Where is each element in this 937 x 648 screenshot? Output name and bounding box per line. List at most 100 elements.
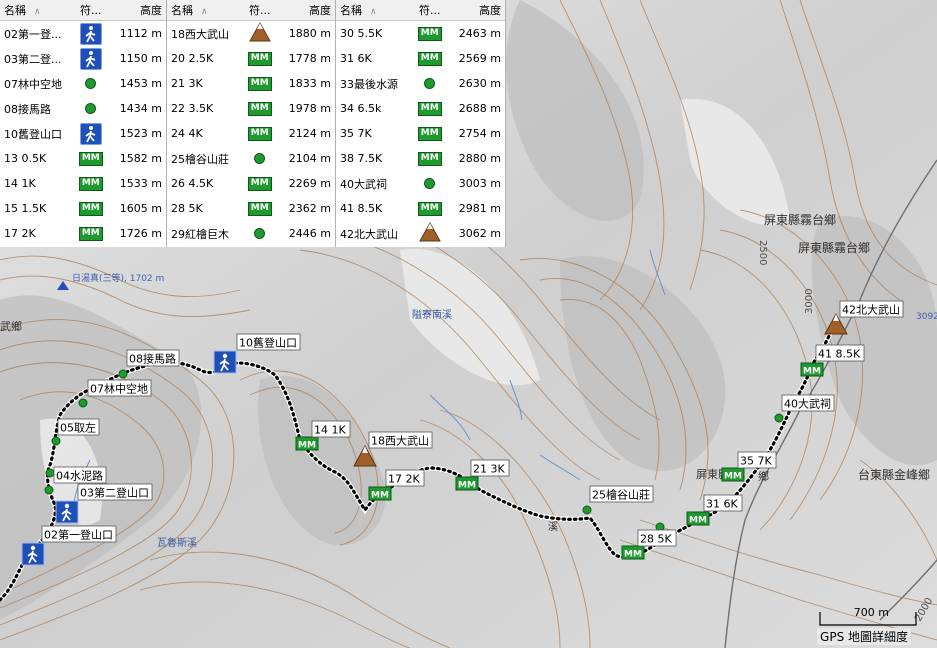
waypoint-label-text: 02第一登山口 — [44, 528, 113, 542]
waypoint-label[interactable]: 21 3K — [470, 459, 510, 477]
table-row[interactable]: 35 7K MM 2754 m — [336, 121, 505, 146]
table-row[interactable]: 24 4K MM 2124 m — [167, 121, 335, 146]
waypoint-altitude: 2880 m — [458, 152, 501, 165]
table-row[interactable]: 29紅檜巨木 2446 m — [167, 221, 335, 246]
waypoint-label[interactable]: 08接馬路 — [126, 349, 180, 367]
waypoint-label[interactable]: 35 7K — [737, 451, 777, 469]
waypoint-name: 29紅檜巨木 — [171, 227, 229, 241]
waypoint-label-text: 40大武祠 — [784, 397, 831, 411]
waypoint-altitude: 2362 m — [288, 202, 331, 215]
table-header: 名稱 ∧ 符... 高度 — [336, 0, 505, 21]
table-row[interactable]: 13 0.5K MM 1582 m — [0, 146, 166, 171]
waypoint-table-col3: 名稱 ∧ 符... 高度 30 5.5K MM 2463 m 31 6K MM 2569 m… — [336, 0, 506, 247]
waypoint-symbol: MM — [413, 51, 446, 66]
header-altitude[interactable]: 高度 — [446, 2, 505, 18]
header-name[interactable]: 名稱 ∧ — [336, 2, 413, 18]
table-row[interactable]: 34 6.5k MM 2688 m — [336, 96, 505, 121]
dot-icon — [582, 505, 592, 515]
waypoint-symbol — [74, 78, 107, 89]
waypoint-altitude: 2981 m — [458, 202, 501, 215]
waypoint-label[interactable]: 14 1K — [311, 420, 351, 438]
table-row[interactable]: 15 1.5K MM 1605 m — [0, 196, 166, 221]
table-row[interactable]: 25檜谷山莊 2104 m — [167, 146, 335, 171]
waypoint-altitude: 2124 m — [288, 127, 331, 140]
header-name[interactable]: 名稱 ∧ — [167, 2, 243, 18]
table-row[interactable]: 18西大武山 1880 m — [167, 21, 335, 46]
table-row[interactable]: 08接馬路 1434 m — [0, 96, 166, 121]
table-row[interactable]: 33最後水源 2630 m — [336, 71, 505, 96]
waypoint-label[interactable]: 41 8.5K — [815, 344, 865, 362]
waypoint-label[interactable]: 31 6K — [703, 494, 743, 512]
table-row[interactable]: 10舊登山口 1523 m — [0, 121, 166, 146]
km-marker-icon: MM — [455, 476, 479, 491]
waypoint-label[interactable]: 04水泥路 — [53, 466, 107, 484]
waypoint-name: 14 1K — [4, 177, 36, 190]
waypoint-label[interactable]: 10舊登山口 — [236, 333, 301, 351]
waypoint-altitude: 1605 m — [119, 202, 162, 215]
waypoint-label[interactable]: 02第一登山口 — [41, 525, 117, 543]
contour-label-2500: 2500 — [757, 240, 768, 265]
table-row[interactable]: 20 2.5K MM 1778 m — [167, 46, 335, 71]
header-name[interactable]: 名稱 ∧ — [0, 2, 74, 18]
waypoint-symbol: MM — [74, 226, 107, 241]
waypoint-name: 10舊登山口 — [4, 127, 62, 141]
table-row[interactable]: 17 2K MM 1726 m — [0, 221, 166, 246]
km-marker-icon: MM — [800, 362, 824, 377]
table-row[interactable]: 41 8.5K MM 2981 m — [336, 196, 505, 221]
km-marker-icon: MM — [686, 511, 710, 526]
dot-icon — [424, 78, 436, 89]
waypoint-altitude: 2569 m — [458, 52, 501, 65]
svg-text:MM: MM — [624, 550, 642, 560]
waypoint-label[interactable]: 25檜谷山莊 — [589, 485, 654, 503]
township-label-jinfeng: 台東縣金峰鄉 — [858, 467, 930, 482]
waypoint-label-text: 28 5K — [640, 533, 672, 546]
mm-icon: MM — [417, 101, 442, 116]
hiker-icon — [21, 542, 45, 566]
header-symbol[interactable]: 符... — [413, 2, 446, 18]
table-row[interactable]: 38 7.5K MM 2880 m — [336, 146, 505, 171]
table-row[interactable]: 07林中空地 1453 m — [0, 71, 166, 96]
waypoint-label[interactable]: 40大武祠 — [781, 394, 835, 412]
header-altitude[interactable]: 高度 — [276, 2, 335, 18]
svg-text:MM: MM — [458, 481, 476, 491]
waypoint-label-text: 03第二登山口 — [80, 486, 149, 500]
waypoint-name: 02第一登... — [4, 27, 62, 41]
waypoint-altitude: 2104 m — [288, 152, 331, 165]
waypoint-label[interactable]: 17 2K — [385, 469, 425, 487]
table-row[interactable]: 42北大武山 3062 m — [336, 221, 505, 246]
spot-height-3092: 3092 — [916, 312, 937, 322]
waypoint-symbol — [74, 22, 107, 45]
waypoint-name: 35 7K — [340, 127, 372, 140]
waypoint-label-text: 08接馬路 — [129, 353, 176, 366]
township-label-west: 武鄉 — [0, 320, 22, 333]
trig-point-label: 日湯真(三等), 1702 m — [72, 272, 164, 284]
waypoint-label[interactable]: 18西大武山 — [368, 431, 433, 449]
header-symbol[interactable]: 符... — [74, 2, 107, 18]
waypoint-label[interactable]: 07林中空地 — [87, 379, 152, 397]
waypoint-label[interactable]: 42北大武山 — [839, 300, 904, 318]
waypoint-symbol: MM — [74, 201, 107, 216]
dot-icon — [85, 103, 97, 114]
table-row[interactable]: 40大武祠 3003 m — [336, 171, 505, 196]
table-row[interactable]: 14 1K MM 1533 m — [0, 171, 166, 196]
dot-icon — [424, 178, 436, 189]
waypoint-altitude: 2446 m — [288, 227, 331, 240]
table-row[interactable]: 26 4.5K MM 2269 m — [167, 171, 335, 196]
header-symbol[interactable]: 符... — [243, 2, 276, 18]
waypoint-symbol: MM — [413, 151, 446, 166]
waypoint-name: 03第二登... — [4, 52, 62, 66]
table-row[interactable]: 28 5K MM 2362 m — [167, 196, 335, 221]
header-altitude[interactable]: 高度 — [107, 2, 166, 18]
peak-icon — [248, 21, 271, 45]
table-row[interactable]: 31 6K MM 2569 m — [336, 46, 505, 71]
mm-icon: MM — [417, 51, 442, 66]
table-row[interactable]: 22 3.5K MM 1978 m — [167, 96, 335, 121]
table-row[interactable]: 02第一登... 1112 m — [0, 21, 166, 46]
table-row[interactable]: 21 3K MM 1833 m — [167, 71, 335, 96]
waypoint-label[interactable]: 28 5K — [637, 529, 677, 547]
waypoint-label[interactable]: 05取左 — [57, 418, 100, 436]
table-row[interactable]: 03第二登... 1150 m — [0, 46, 166, 71]
map-detail-status: GPS 地圖詳細度 — [817, 628, 911, 645]
waypoint-label[interactable]: 03第二登山口 — [77, 483, 153, 501]
table-row[interactable]: 30 5.5K MM 2463 m — [336, 21, 505, 46]
